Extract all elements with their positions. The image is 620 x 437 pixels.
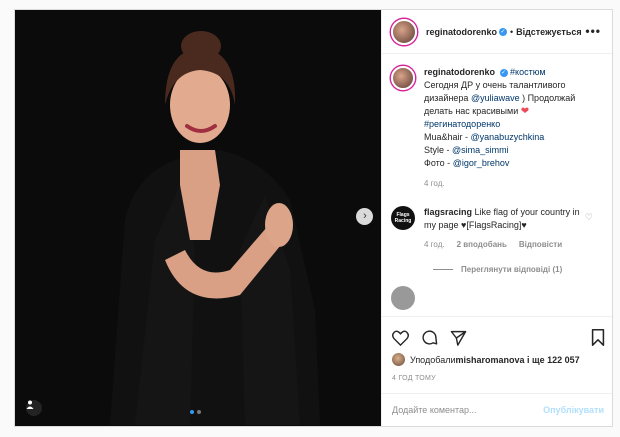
caption-text: ) Продолжай [519,93,576,103]
caption-text: делать нас красивыми [424,106,521,116]
replies-divider [433,269,453,270]
view-replies-button[interactable]: Переглянути відповіді (1) [433,265,605,274]
caption-username[interactable]: reginatodorenko [424,67,495,77]
verified-badge-icon: ✓ [499,68,508,77]
carousel-dot [197,410,201,414]
mention-link[interactable]: @igor_brehov [453,158,510,168]
like-heart-icon[interactable] [392,329,409,346]
comments-section: reginatodorenko ✓ #костюм Сегодня ДР у о… [382,54,612,316]
comment-composer: Додайте коментар... Опублікувати [382,393,612,426]
liker-avatar[interactable] [392,353,405,366]
caption-avatar[interactable] [391,66,415,90]
save-bookmark-icon[interactable] [591,329,605,346]
avatar-text: Racing [394,218,412,224]
next-image-button[interactable]: › [356,208,373,225]
mention-link[interactable]: @sima_simmi [452,145,509,155]
portrait-illustration [15,10,381,426]
post-photo[interactable]: › [15,10,381,426]
action-bar [382,317,612,349]
caption-text: Фото - [424,158,453,168]
verified-badge-icon: ✓ [499,27,508,36]
commenter-avatar[interactable] [391,286,415,310]
comment-item: Flags Racing flagsracing Like flag of yo… [391,206,605,251]
liker-username[interactable]: misharomanova [455,355,524,365]
likes-count[interactable]: і ще 122 057 [525,355,580,365]
comment-bubble-icon[interactable] [421,329,438,346]
caption: reginatodorenko ✓ #костюм Сегодня ДР у о… [391,66,605,190]
hashtag-link[interactable]: #регинатодоренко [424,118,575,131]
commenter-avatar[interactable]: Flags Racing [391,206,415,230]
more-options-icon[interactable]: ••• [585,24,601,38]
share-paper-plane-icon[interactable] [450,330,467,346]
caption-text: Style - [424,145,453,155]
comment-like-heart-icon[interactable]: ♡ [585,212,593,223]
comment-timestamp[interactable]: 4 год. [424,238,445,251]
caption-text: дизайнера [424,93,471,103]
author-avatar[interactable] [391,18,417,45]
person-icon [26,400,34,409]
likes-summary: Уподобали misharomanova і ще 122 057 [382,349,612,366]
author-username[interactable]: reginatodorenko [426,27,497,37]
caption-line: Сегодня ДР у очень талантливого [424,80,566,90]
likes-prefix: Уподобали [410,354,456,365]
post-side-panel: reginatodorenko ✓ • Відстежується ••• re… [381,10,612,426]
caption-text: Mua&hair - [424,132,471,142]
tagged-users-button[interactable] [26,400,42,416]
post-header: reginatodorenko ✓ • Відстежується ••• [382,10,612,54]
post-timestamp[interactable]: 4 ГОД ТОМУ [382,366,612,382]
comment-item [391,286,605,310]
caption-timestamp[interactable]: 4 год. [424,177,575,190]
view-replies-label: Переглянути відповіді (1) [461,265,563,274]
comment-likes-count[interactable]: 2 вподобань [457,238,507,251]
commenter-username[interactable]: flagsracing [424,207,472,217]
post-actions: Уподобали misharomanova і ще 122 057 4 Г… [382,316,612,426]
mention-link[interactable]: @yuliawave [471,93,520,103]
chevron-right-icon: › [363,210,367,222]
heart-emoji-icon: ❤ [520,106,530,117]
carousel-indicator [190,410,201,414]
following-button[interactable]: Відстежується [516,27,581,37]
publish-button[interactable]: Опублікувати [543,405,604,415]
comment-input[interactable]: Додайте коментар... [392,405,543,415]
hashtag-link[interactable]: #костюм [510,67,546,77]
reply-button[interactable]: Відповісти [519,238,562,251]
separator-dot: • [510,26,514,37]
mention-link[interactable]: @yanabuzychkina [471,132,545,142]
carousel-dot-active [190,410,194,414]
post-modal: › reginatodorenko ✓ • Відстежується ••• [14,9,613,427]
